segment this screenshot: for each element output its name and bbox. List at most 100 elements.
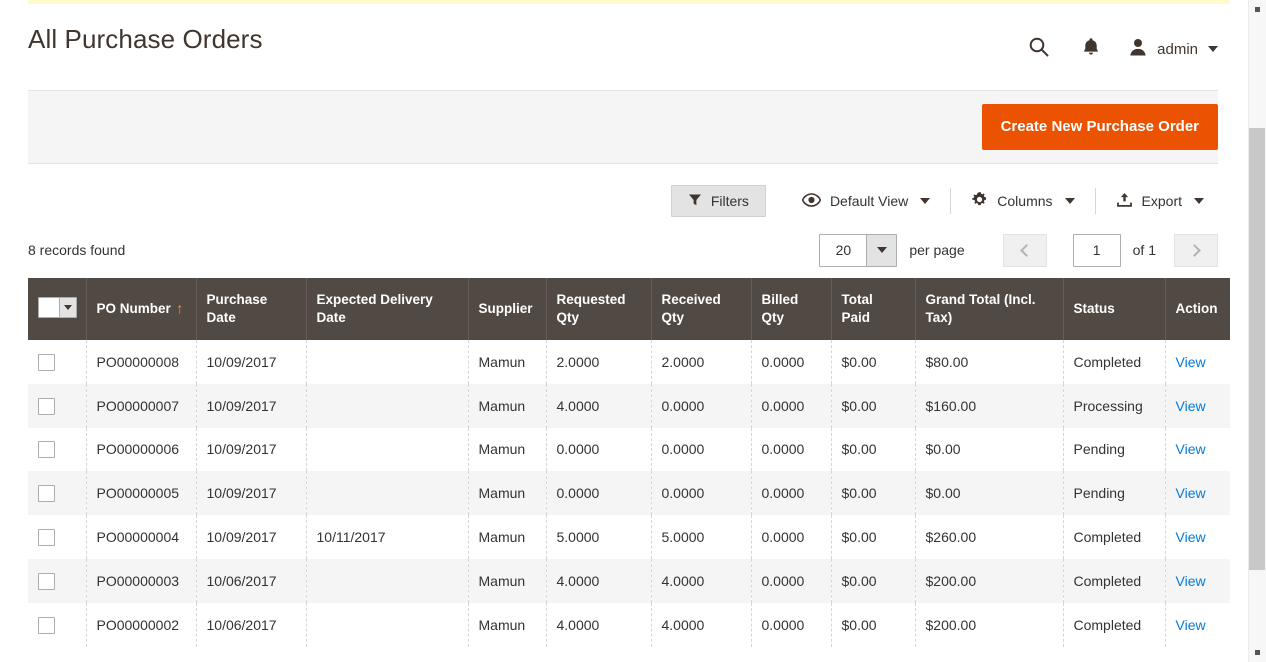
chevron-down-icon: [1064, 198, 1075, 204]
view-link[interactable]: View: [1176, 485, 1206, 501]
scroll-up-arrow-icon[interactable]: [1255, 7, 1260, 12]
per-page-select[interactable]: 20: [819, 233, 898, 267]
chevron-left-icon: [1019, 243, 1033, 257]
select-all-checkbox[interactable]: [39, 297, 59, 317]
page-actions-bar: Create New Purchase Order: [28, 90, 1218, 164]
cell-expected-delivery-date: [306, 427, 469, 472]
eye-icon: [801, 192, 822, 210]
current-page-input[interactable]: [1072, 233, 1121, 267]
chevron-down-icon: [1194, 198, 1204, 204]
column-header-billed-qty[interactable]: Billed Qty: [751, 278, 832, 340]
default-view-button[interactable]: Default View: [788, 185, 944, 217]
column-header-grand-total[interactable]: Grand Total (Incl. Tax): [915, 278, 1064, 340]
cell-supplier: Mamun: [468, 602, 547, 647]
column-header-po-number[interactable]: PO Number ↑: [86, 278, 197, 340]
cell-purchase-date: 10/06/2017: [196, 558, 307, 603]
view-link[interactable]: View: [1176, 617, 1206, 633]
cell-purchase-date: 10/09/2017: [196, 427, 307, 472]
cell-po-number: PO00000002: [86, 602, 197, 647]
purchase-orders-grid: PO Number ↑ Purchase Date Expected Deliv…: [28, 278, 1230, 647]
row-checkbox[interactable]: [38, 441, 55, 459]
per-page-label: per page: [909, 242, 965, 258]
chevron-right-icon: [1188, 243, 1201, 257]
gear-icon: [971, 191, 988, 211]
cell-requested-qty: 0.0000: [546, 471, 652, 516]
column-header-status[interactable]: Status: [1063, 278, 1166, 340]
cell-expected-delivery-date: [306, 383, 469, 428]
row-checkbox[interactable]: [38, 616, 55, 634]
view-link[interactable]: View: [1176, 441, 1206, 457]
row-checkbox[interactable]: [38, 397, 55, 415]
cell-received-qty: 0.0000: [651, 427, 752, 472]
next-page-button[interactable]: [1174, 233, 1218, 267]
admin-user-menu[interactable]: admin: [1127, 36, 1218, 62]
cell-grand-total: $200.00: [915, 602, 1064, 647]
column-header-purchase-date[interactable]: Purchase Date: [196, 278, 307, 340]
view-link[interactable]: View: [1176, 354, 1206, 370]
select-all-dropdown[interactable]: [38, 296, 77, 318]
cell-billed-qty: 0.0000: [751, 602, 832, 647]
cell-billed-qty: 0.0000: [751, 427, 832, 472]
cell-po-number: PO00000003: [86, 558, 197, 603]
row-checkbox[interactable]: [38, 572, 55, 590]
cell-status: Processing: [1063, 383, 1166, 428]
cell-purchase-date: 10/09/2017: [196, 383, 307, 428]
grid-meta-bar: 8 records found 20 per page of 1: [28, 222, 1218, 278]
cell-action: View: [1165, 340, 1230, 384]
scrollbar-thumb[interactable]: [1249, 128, 1265, 570]
previous-page-button[interactable]: [1002, 233, 1047, 267]
cell-billed-qty: 0.0000: [751, 558, 832, 603]
bell-icon: [1081, 36, 1101, 63]
funnel-icon: [688, 193, 702, 210]
cell-billed-qty: 0.0000: [751, 383, 832, 428]
table-body: PO00000008 10/09/2017 Mamun 2.0000 2.0000 0.0…: [28, 340, 1230, 647]
page-header: All Purchase Orders admin: [28, 0, 1218, 90]
columns-button[interactable]: Columns: [957, 185, 1088, 217]
column-header-requested-qty[interactable]: Requested Qty: [546, 278, 652, 340]
export-button[interactable]: Export: [1102, 185, 1218, 217]
notifications-button[interactable]: [1065, 30, 1117, 68]
row-checkbox[interactable]: [38, 485, 55, 503]
row-select-cell: [28, 471, 87, 516]
search-button[interactable]: [1013, 30, 1065, 68]
export-label: Export: [1141, 193, 1182, 209]
view-link[interactable]: View: [1176, 573, 1206, 589]
create-new-purchase-order-button[interactable]: Create New Purchase Order: [981, 104, 1218, 150]
cell-requested-qty: 4.0000: [546, 602, 652, 647]
search-icon: [1028, 36, 1050, 63]
scroll-down-arrow-icon[interactable]: [1255, 650, 1260, 655]
purchase-orders-table: PO Number ↑ Purchase Date Expected Deliv…: [28, 278, 1230, 647]
chevron-down-icon: [1208, 46, 1218, 52]
cell-total-paid: $0.00: [831, 340, 916, 384]
row-checkbox[interactable]: [38, 528, 55, 546]
cell-supplier: Mamun: [468, 558, 547, 603]
column-header-expected-delivery-date[interactable]: Expected Delivery Date: [306, 278, 469, 340]
page-scrollbar[interactable]: [1248, 0, 1266, 662]
cell-supplier: Mamun: [468, 471, 547, 516]
records-found-label: 8 records found: [28, 242, 126, 258]
cell-po-number: PO00000007: [86, 383, 197, 428]
column-header-received-qty[interactable]: Received Qty: [651, 278, 752, 340]
cell-status: Completed: [1063, 340, 1166, 384]
cell-grand-total: $0.00: [915, 471, 1064, 516]
cell-total-paid: $0.00: [831, 602, 916, 647]
cell-billed-qty: 0.0000: [751, 471, 832, 516]
cell-total-paid: $0.00: [831, 515, 916, 559]
cell-supplier: Mamun: [468, 515, 547, 559]
grid-toolbar: Filters Default View Columns Export: [28, 164, 1218, 222]
cell-requested-qty: 4.0000: [546, 558, 652, 603]
column-header-total-paid[interactable]: Total Paid: [831, 278, 916, 340]
cell-requested-qty: 5.0000: [546, 515, 652, 559]
cell-status: Pending: [1063, 427, 1166, 472]
view-link[interactable]: View: [1176, 398, 1206, 414]
filters-button[interactable]: Filters: [670, 185, 766, 217]
view-link[interactable]: View: [1176, 529, 1206, 545]
cell-po-number: PO00000008: [86, 340, 197, 384]
row-checkbox[interactable]: [38, 353, 55, 371]
cell-requested-qty: 0.0000: [546, 427, 652, 472]
cell-action: View: [1165, 384, 1230, 428]
export-upload-icon: [1116, 192, 1133, 211]
column-header-supplier[interactable]: Supplier: [468, 278, 547, 340]
user-avatar-icon: [1127, 36, 1149, 62]
cell-total-paid: $0.00: [831, 471, 916, 516]
